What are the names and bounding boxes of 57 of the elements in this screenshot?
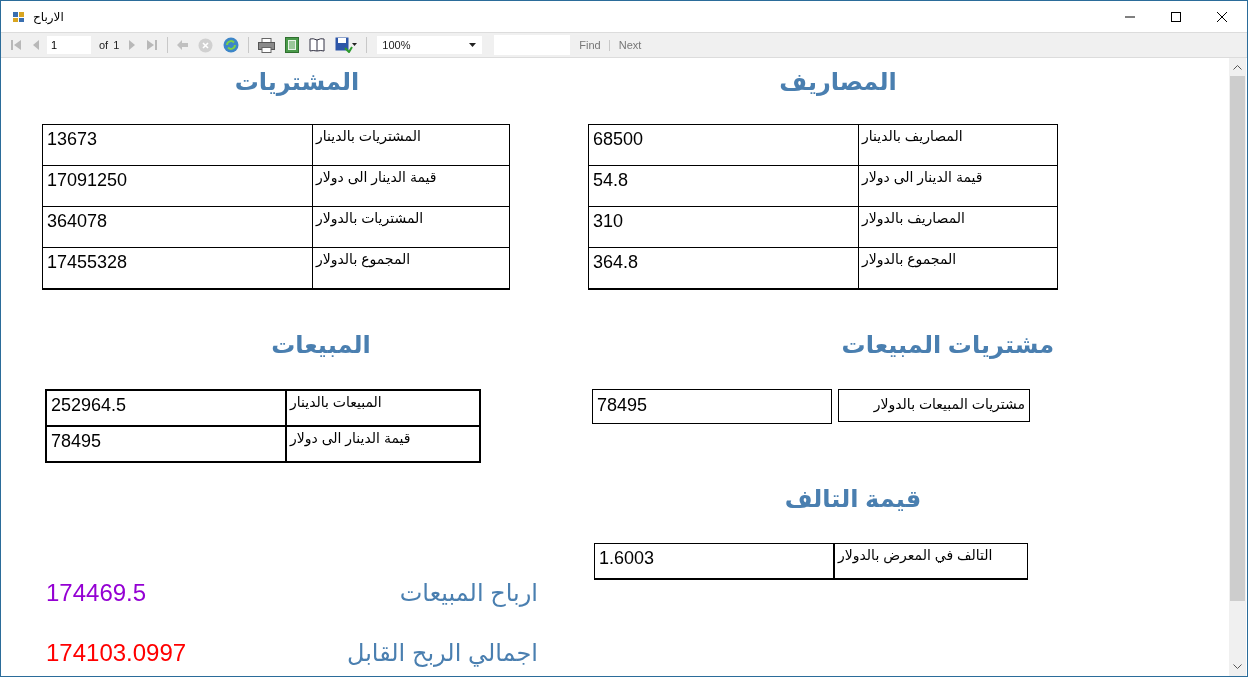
scrollbar[interactable] xyxy=(1229,58,1246,676)
total-value: 174103.0997 xyxy=(46,639,187,667)
find-link[interactable]: Find xyxy=(579,39,601,51)
section-heading: مشتريات المبيعات xyxy=(840,330,1055,360)
label-cell-text: المشتريات بالدولار xyxy=(314,209,425,229)
value-cell: 364078 xyxy=(43,207,313,247)
label-cell-text: قيمة الدينار الى دولار xyxy=(314,168,438,188)
save-icon[interactable] xyxy=(335,37,358,53)
value-cell: 252964.5 xyxy=(47,391,287,425)
page-of-label: of xyxy=(99,39,109,51)
window-title: الارباح xyxy=(33,9,64,24)
label-cell-text: المشتريات بالدينار xyxy=(314,127,422,147)
label-cell-text: المجموع بالدولار xyxy=(860,250,958,270)
next-page-icon[interactable] xyxy=(128,39,137,51)
page-count: 1 xyxy=(113,39,120,51)
last-page-icon[interactable] xyxy=(146,39,159,51)
value-cell: 68500 xyxy=(589,125,859,165)
scroll-thumb[interactable] xyxy=(1230,76,1245,601)
maximize-icon[interactable] xyxy=(1171,11,1181,22)
label-cell-text: قيمة الدينار الى دولار xyxy=(860,168,984,188)
section-heading: المصاريف xyxy=(778,67,898,97)
value-cell: 364.8 xyxy=(589,248,859,288)
value-cell: 17455328 xyxy=(43,248,313,288)
section-heading: المبيعات xyxy=(270,330,372,360)
previous-page-icon[interactable] xyxy=(32,39,40,51)
section-heading: قيمة التالف xyxy=(783,484,923,514)
page-number-field[interactable]: 1 xyxy=(47,36,91,54)
scroll-up-icon[interactable] xyxy=(1233,64,1242,70)
total-value: 174469.5 xyxy=(46,579,147,607)
section-heading: المشتريات xyxy=(233,67,361,97)
label-cell-text: قيمة الدينار الى دولار xyxy=(288,429,412,449)
value-cell: 1.6003 xyxy=(595,544,835,578)
book-icon[interactable] xyxy=(309,38,326,52)
value-cell: 17091250 xyxy=(43,166,313,206)
page-setup-icon[interactable] xyxy=(285,37,300,53)
value-cell: 78495 xyxy=(47,427,287,461)
value-cell: 13673 xyxy=(43,125,313,165)
value-cell: 54.8 xyxy=(589,166,859,206)
refresh-icon[interactable] xyxy=(223,37,240,53)
label-cell-text: المصاريف بالدولار xyxy=(860,209,966,229)
label-cell-text: التالف في المعرض بالدولار xyxy=(836,546,994,566)
zoom-dropdown[interactable]: 100% xyxy=(377,36,483,54)
dropdown-caret-icon xyxy=(469,43,477,47)
first-page-icon[interactable] xyxy=(10,39,22,51)
total-label: اجمالي الربح القابل xyxy=(346,639,538,667)
scroll-down-icon[interactable] xyxy=(1233,664,1242,670)
label-box: مشتريات المبيعات بالدولار xyxy=(838,389,1030,422)
next-link[interactable]: Next xyxy=(618,39,642,51)
close-icon[interactable] xyxy=(1217,11,1227,22)
total-label: ارباح المبيعات xyxy=(399,579,538,607)
print-icon[interactable] xyxy=(258,37,276,53)
label-cell-text: المصاريف بالدينار xyxy=(860,127,964,147)
value-box: 78495 xyxy=(592,389,832,424)
app-icon xyxy=(13,10,25,23)
label-cell-text: المبيعات بالدينار xyxy=(288,393,383,412)
label-cell-text: المجموع بالدولار xyxy=(314,250,412,270)
value-cell: 310 xyxy=(589,207,859,247)
